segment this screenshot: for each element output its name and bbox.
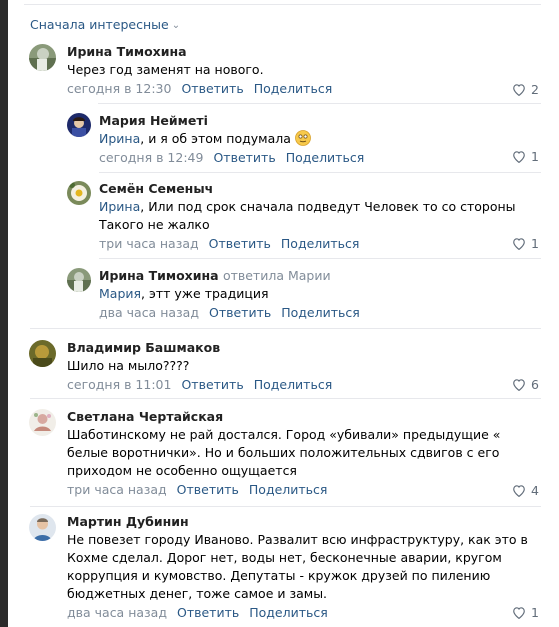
reply-link[interactable]: Ответить bbox=[177, 482, 239, 498]
heart-icon bbox=[513, 607, 525, 619]
heart-icon bbox=[513, 485, 525, 497]
like-button[interactable]: 1 bbox=[512, 149, 539, 164]
like-count: 2 bbox=[531, 82, 539, 97]
comment: Ирина Тимохина Через год заменят на ново… bbox=[29, 44, 539, 104]
author-name[interactable]: Мартин Дубинин bbox=[67, 514, 539, 530]
comment-text: Не повезет городу Иваново. Развалит всю … bbox=[67, 532, 528, 601]
reply-link[interactable]: Ответить bbox=[177, 605, 239, 621]
like-count: 4 bbox=[531, 483, 539, 498]
mention-link[interactable]: Мария bbox=[99, 286, 141, 301]
share-link[interactable]: Поделиться bbox=[281, 236, 360, 252]
page-edge bbox=[0, 0, 8, 627]
heart-icon bbox=[513, 379, 525, 391]
comment: Владимир Башмаков Шило на мыло???? сегод… bbox=[29, 340, 539, 396]
share-link[interactable]: Поделиться bbox=[249, 605, 328, 621]
smile-emoji-icon bbox=[295, 130, 311, 146]
comment-reply: Ирина Тимохина ответила Марии Мария, этт… bbox=[67, 268, 539, 320]
like-count: 1 bbox=[531, 236, 539, 251]
comment-reply: Мария Нейметі Ирина, и я об этом подумал… bbox=[67, 113, 539, 165]
comment-time[interactable]: сегодня в 12:49 bbox=[99, 150, 203, 166]
comment-time[interactable]: сегодня в 12:30 bbox=[67, 81, 171, 97]
comment-reply: Семён Семеныч Ирина, Или под срок сначал… bbox=[67, 181, 539, 253]
reply-link[interactable]: Ответить bbox=[181, 377, 243, 393]
separator bbox=[30, 398, 541, 399]
heart-icon bbox=[513, 238, 525, 250]
author-name[interactable]: Ирина Тимохина ответила Марии bbox=[99, 268, 539, 284]
like-button[interactable]: 4 bbox=[512, 483, 539, 498]
share-link[interactable]: Поделиться bbox=[249, 482, 328, 498]
reply-link[interactable]: Ответить bbox=[181, 81, 243, 97]
heart-icon bbox=[513, 84, 525, 96]
avatar[interactable] bbox=[29, 514, 56, 541]
replied-to[interactable]: ответила Марии bbox=[223, 268, 331, 283]
comment-text: Ирина, и я об этом подумала bbox=[99, 130, 539, 148]
avatar[interactable] bbox=[29, 409, 56, 436]
like-button[interactable]: 1 bbox=[512, 605, 539, 620]
sort-dropdown[interactable]: Сначала интересные ⌄ bbox=[30, 17, 180, 32]
like-button[interactable]: 2 bbox=[512, 82, 539, 97]
author-name[interactable]: Владимир Башмаков bbox=[67, 340, 539, 356]
comment-time[interactable]: три часа назад bbox=[99, 236, 199, 252]
avatar[interactable] bbox=[29, 44, 56, 71]
comment-text: Шило на мыло???? bbox=[67, 358, 190, 373]
separator bbox=[98, 103, 541, 104]
avatar[interactable] bbox=[67, 268, 91, 292]
comment-text: Мария, этт уже традиция bbox=[99, 286, 269, 301]
separator bbox=[30, 328, 541, 329]
reply-link[interactable]: Ответить bbox=[209, 236, 271, 252]
comment-time[interactable]: два часа назад bbox=[67, 605, 167, 621]
top-divider bbox=[24, 4, 541, 5]
author-name[interactable]: Светлана Чертайская bbox=[67, 409, 539, 425]
separator bbox=[99, 258, 541, 259]
author-name[interactable]: Мария Нейметі bbox=[99, 113, 539, 129]
avatar[interactable] bbox=[29, 340, 56, 367]
comment-text: Через год заменят на нового. bbox=[67, 62, 264, 77]
comment-time[interactable]: два часа назад bbox=[99, 305, 199, 321]
like-count: 1 bbox=[531, 605, 539, 620]
comment-text: Шаботинскому не рай достался. Город «уби… bbox=[67, 427, 501, 478]
reply-link[interactable]: Ответить bbox=[209, 305, 271, 321]
sort-label: Сначала интересные bbox=[30, 17, 169, 32]
like-button[interactable]: 1 bbox=[512, 236, 539, 251]
comment: Светлана Чертайская Шаботинскому не рай … bbox=[29, 409, 539, 501]
share-link[interactable]: Поделиться bbox=[254, 81, 333, 97]
author-name[interactable]: Семён Семеныч bbox=[99, 181, 539, 197]
separator bbox=[99, 172, 541, 173]
comment-text: Ирина, Или под срок сначала подведут Чел… bbox=[99, 199, 516, 232]
share-link[interactable]: Поделиться bbox=[254, 377, 333, 393]
share-link[interactable]: Поделиться bbox=[281, 305, 360, 321]
mention-link[interactable]: Ирина bbox=[99, 131, 140, 146]
mention-link[interactable]: Ирина bbox=[99, 199, 140, 214]
comment-time[interactable]: три часа назад bbox=[67, 482, 167, 498]
comment: Мартин Дубинин Не повезет городу Иваново… bbox=[29, 514, 539, 624]
like-count: 1 bbox=[531, 149, 539, 164]
heart-icon bbox=[513, 151, 525, 163]
like-count: 6 bbox=[531, 377, 539, 392]
comment-time[interactable]: сегодня в 11:01 bbox=[67, 377, 171, 393]
separator bbox=[30, 506, 541, 507]
like-button[interactable]: 6 bbox=[512, 377, 539, 392]
avatar[interactable] bbox=[67, 113, 91, 137]
share-link[interactable]: Поделиться bbox=[286, 150, 365, 166]
avatar[interactable] bbox=[67, 181, 91, 205]
reply-link[interactable]: Ответить bbox=[213, 150, 275, 166]
author-name[interactable]: Ирина Тимохина bbox=[67, 44, 539, 60]
chevron-down-icon: ⌄ bbox=[171, 19, 181, 31]
